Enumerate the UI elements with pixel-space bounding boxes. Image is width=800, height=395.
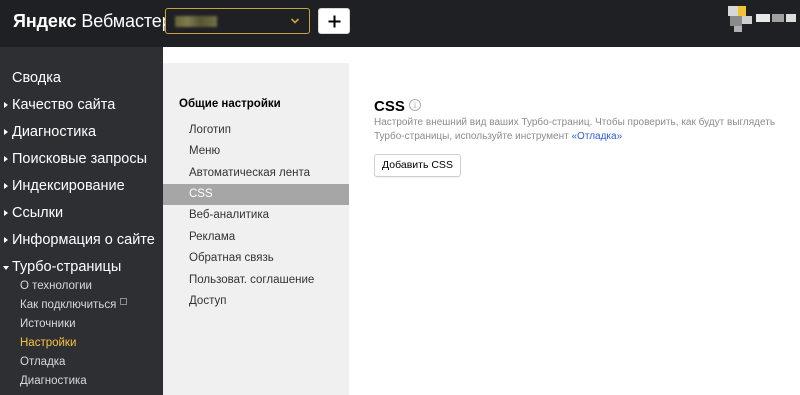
sidebar-item-summary[interactable]: Сводка <box>0 68 163 92</box>
description-line-1: Настройте внешний вид ваших Турбо-страни… <box>374 117 776 128</box>
sidebar-item-links[interactable]: Ссылки <box>0 203 163 227</box>
site-name-blurred <box>175 16 217 27</box>
sidebar-subitem-label: Источники <box>20 318 76 330</box>
sidebar-subitem-label: О технологии <box>20 280 92 292</box>
sidebar-item-label: Информация о сайте <box>12 232 155 248</box>
settings-item-label: Обратная связь <box>189 252 274 264</box>
logo[interactable]: Яндекс Вебмастер <box>13 11 172 32</box>
sidebar-item-label: Сводка <box>12 70 61 86</box>
arrow-right-icon <box>4 102 8 108</box>
main-content: CSS i Настройте внешний вид ваших Турбо-… <box>349 63 800 395</box>
sidebar-item-label: Турбо-страницы <box>12 259 122 275</box>
settings-item-label: Логотип <box>189 124 231 136</box>
settings-nav-panel: Общие настройки Логотип Меню Автоматичес… <box>163 63 349 395</box>
sidebar-subitem-sources[interactable]: Источники <box>20 318 76 336</box>
add-css-button[interactable]: Добавить CSS <box>374 154 461 177</box>
settings-item-label: Меню <box>189 145 221 157</box>
plus-icon <box>328 15 341 28</box>
sidebar-subitem-debug[interactable]: Отладка <box>20 356 65 374</box>
page-description: Настройте внешний вид ваших Турбо-страни… <box>374 116 794 143</box>
settings-item-label: Автоматическая лента <box>189 167 311 179</box>
settings-item-css[interactable]: CSS <box>163 184 349 205</box>
settings-item-feedback[interactable]: Обратная связь <box>163 248 349 269</box>
arrow-right-icon <box>4 183 8 189</box>
settings-item-access[interactable]: Доступ <box>163 291 349 312</box>
settings-item-label: Пользоват. соглашение <box>189 274 315 286</box>
info-icon[interactable]: i <box>409 99 421 111</box>
user-avatar[interactable] <box>728 4 800 34</box>
sidebar-item-indexing[interactable]: Индексирование <box>0 176 163 200</box>
settings-item-web-analytics[interactable]: Веб-аналитика <box>163 205 349 226</box>
sidebar-item-search-queries[interactable]: Поисковые запросы <box>0 149 163 173</box>
sidebar-item-site-info[interactable]: Информация о сайте <box>0 230 163 254</box>
sidebar-item-site-quality[interactable]: Качество сайта <box>0 95 163 119</box>
sidebar: Сводка Качество сайта Диагностика Поиско… <box>0 47 163 395</box>
sidebar-subitem-label: Диагностика <box>20 375 87 387</box>
logo-brand: Яндекс <box>13 11 77 31</box>
add-site-button[interactable] <box>318 8 350 34</box>
chevron-down-icon <box>290 18 300 24</box>
settings-item-menu[interactable]: Меню <box>163 141 349 162</box>
arrow-down-icon <box>3 266 9 270</box>
arrow-right-icon <box>4 156 8 162</box>
sidebar-item-label: Качество сайта <box>12 97 116 113</box>
settings-item-label: Веб-аналитика <box>189 209 270 221</box>
settings-item-user-agreement[interactable]: Пользоват. соглашение <box>163 270 349 291</box>
sidebar-subitem-settings[interactable]: Настройки <box>20 337 76 355</box>
sidebar-item-label: Ссылки <box>12 205 64 221</box>
sidebar-subitem-about[interactable]: О технологии <box>20 280 92 298</box>
sidebar-subitem-label: Как подключиться <box>20 299 117 311</box>
sidebar-subitem-label: Настройки <box>20 337 77 349</box>
settings-item-auto-feed[interactable]: Автоматическая лента <box>163 163 349 184</box>
external-link-icon <box>120 298 128 305</box>
description-line-2: Турбо-страницы, используйте инструмент <box>374 130 569 142</box>
top-header: Яндекс Вебмастер <box>0 0 800 47</box>
sidebar-subitem-how-to-connect[interactable]: Как подключиться <box>20 298 128 317</box>
settings-item-label: Доступ <box>189 295 227 307</box>
settings-item-logo[interactable]: Логотип <box>163 120 349 141</box>
settings-item-ads[interactable]: Реклама <box>163 227 349 248</box>
logo-product: Вебмастер <box>81 11 172 31</box>
sidebar-item-label: Диагностика <box>12 124 97 140</box>
site-select[interactable] <box>165 8 310 34</box>
page-title: CSS <box>374 98 405 115</box>
sidebar-item-label: Индексирование <box>12 178 125 194</box>
sidebar-item-label: Поисковые запросы <box>12 151 147 167</box>
sidebar-subitem-diagnostics[interactable]: Диагностика <box>20 375 87 393</box>
arrow-right-icon <box>4 129 8 135</box>
arrow-right-icon <box>4 237 8 243</box>
sidebar-subitem-label: Отладка <box>20 356 66 368</box>
sidebar-item-turbo-pages[interactable]: Турбо-страницы <box>0 257 163 281</box>
settings-panel-title: Общие настройки <box>179 98 281 110</box>
settings-item-label: Реклама <box>189 231 236 243</box>
sidebar-item-diagnostics[interactable]: Диагностика <box>0 122 163 146</box>
arrow-right-icon <box>4 210 8 216</box>
debug-link[interactable]: «Отладка» <box>572 131 623 142</box>
settings-item-label: CSS <box>189 188 213 200</box>
